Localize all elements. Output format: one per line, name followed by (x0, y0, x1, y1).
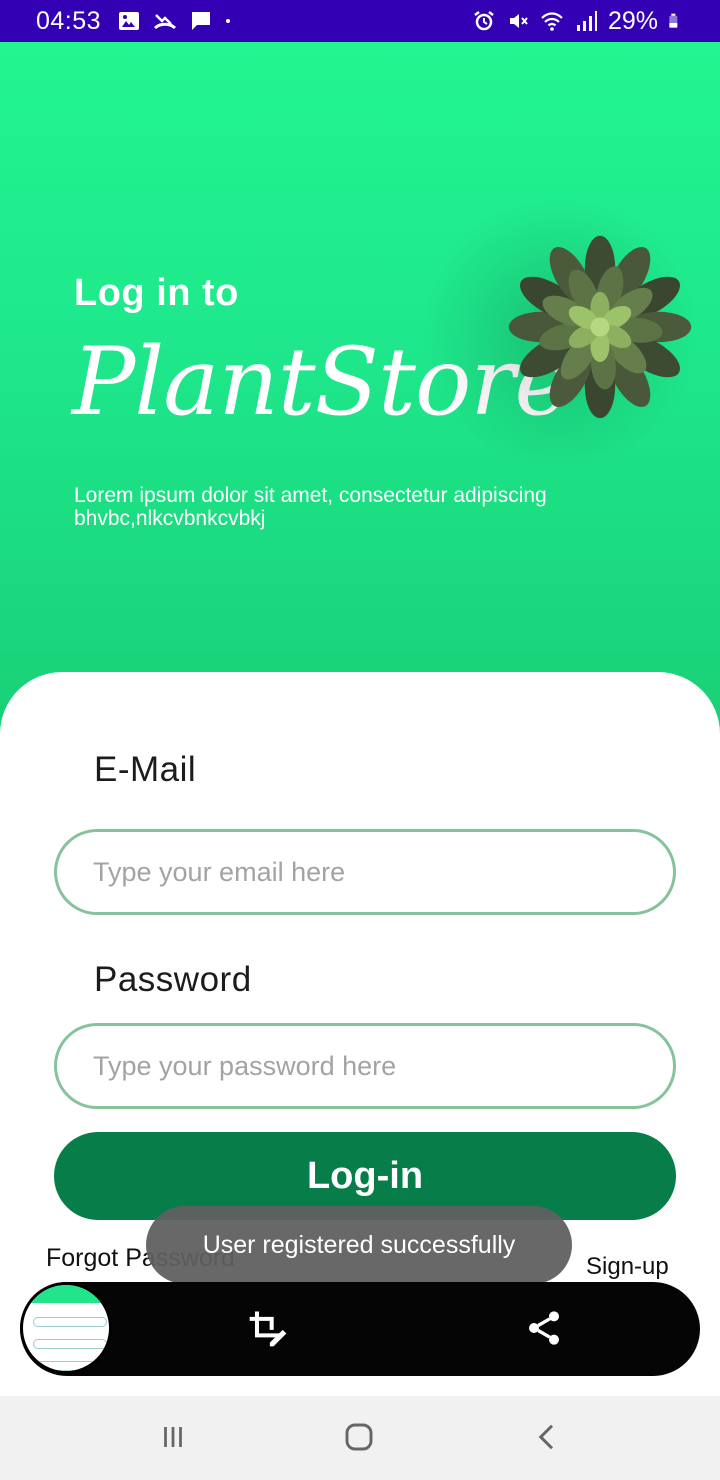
email-input[interactable] (91, 855, 673, 889)
missed-call-icon (154, 14, 177, 30)
password-field[interactable] (54, 1023, 676, 1109)
email-label: E-Mail (94, 750, 197, 789)
status-bar: 04:53 29% (0, 0, 720, 42)
thumbnail-header (23, 1285, 109, 1303)
signal-icon (576, 11, 597, 31)
alarm-icon (474, 11, 494, 31)
email-field[interactable] (54, 829, 676, 915)
battery-icon (669, 13, 678, 28)
thumbnail-field (33, 1339, 107, 1349)
home-icon[interactable] (334, 1414, 384, 1460)
hero-banner: Log in to PlantStore Lorem ipsum dolor s… (0, 42, 720, 742)
dot-icon (226, 19, 231, 23)
password-label: Password (94, 960, 252, 999)
crop-edit-icon[interactable] (246, 1306, 290, 1350)
back-icon[interactable] (522, 1414, 572, 1460)
share-icon[interactable] (522, 1306, 566, 1350)
password-input[interactable] (91, 1049, 673, 1083)
hero-description: Lorem ipsum dolor sit amet, consectetur … (74, 484, 547, 530)
image-icon (119, 12, 140, 30)
signup-link[interactable]: Sign-up (586, 1253, 669, 1281)
status-time: 04:53 (36, 6, 102, 35)
toast-message: User registered successfully (146, 1206, 572, 1284)
wifi-icon (541, 12, 563, 31)
system-icons: 29% (472, 7, 684, 36)
screenshot-toolbar (20, 1282, 700, 1376)
succulent-plant-icon (508, 235, 692, 419)
battery-percent: 29% (607, 6, 658, 35)
screenshot-thumbnail[interactable] (20, 1282, 112, 1374)
notification-icons (117, 9, 237, 33)
recent-apps-icon[interactable] (148, 1414, 198, 1460)
thumbnail-field (33, 1361, 107, 1371)
thumbnail-field (33, 1317, 107, 1327)
chat-icon (192, 12, 211, 30)
hero-heading-small: Log in to (74, 272, 239, 314)
mute-icon (509, 14, 528, 28)
